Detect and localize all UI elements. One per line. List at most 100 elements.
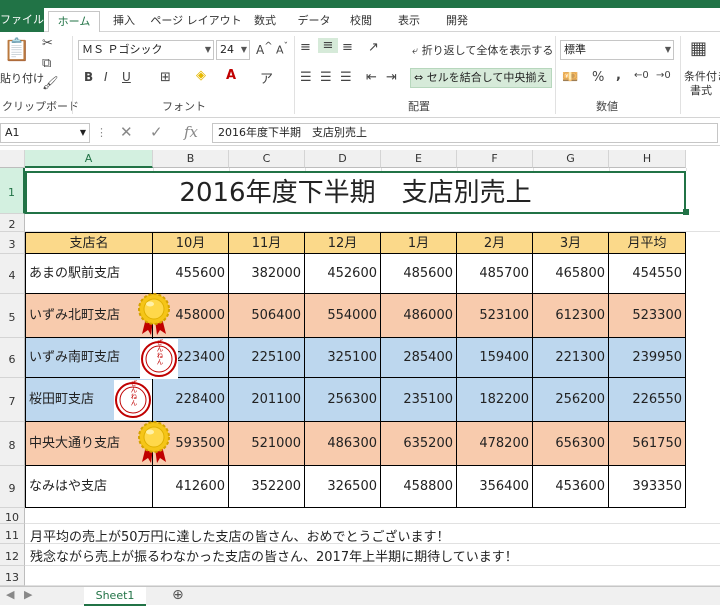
row-header-13[interactable]: 13 [0,566,25,586]
tab-formulas[interactable]: 数式 [248,11,282,32]
tab-data[interactable]: データ [294,11,334,32]
value-cell[interactable]: 612300 [533,294,609,338]
font-color-icon[interactable]: A [226,68,236,83]
column-header-c[interactable]: C [229,150,305,168]
value-cell[interactable]: 485600 [381,254,457,294]
value-cell[interactable]: 656300 [533,422,609,466]
value-cell[interactable]: 326500 [305,466,381,508]
name-box[interactable]: A1 ▼ [0,123,90,143]
row-header-7[interactable]: 7 [0,378,25,422]
value-cell[interactable]: 523100 [457,294,533,338]
header-cell[interactable]: 2月 [457,232,533,254]
value-cell[interactable]: 256200 [533,378,609,422]
value-cell[interactable]: 285400 [381,338,457,378]
copy-icon[interactable]: ⧉ [42,56,51,71]
bold-button[interactable]: B [84,70,93,84]
value-cell[interactable]: 635200 [381,422,457,466]
title-cell[interactable]: 2016年度下半期 支店別売上 [25,171,686,214]
value-cell[interactable]: 458800 [381,466,457,508]
cancel-icon[interactable]: ✕ [120,123,133,141]
header-cell[interactable]: 10月 [153,232,229,254]
tab-home[interactable]: ホーム [48,11,100,33]
value-cell[interactable]: 485700 [457,254,533,294]
font-name-dropdown[interactable]: ＭＳ Ｐゴシック ▼ [78,40,214,60]
underline-button[interactable]: U [122,70,131,84]
value-cell[interactable]: 465800 [533,254,609,294]
comma-button[interactable]: , [616,68,621,83]
value-cell[interactable]: 393350 [609,466,686,508]
header-cell[interactable]: 11月 [229,232,305,254]
value-cell[interactable]: 382000 [229,254,305,294]
increase-indent-icon[interactable]: ⇥ [386,70,397,85]
value-cell[interactable]: 239950 [609,338,686,378]
format-painter-icon[interactable]: 🖌 [42,76,59,91]
value-cell[interactable]: 182200 [457,378,533,422]
scroll-right-icon[interactable]: ▶ [24,588,32,601]
wrap-text-button[interactable]: ⤶ 折り返して全体を表示する [412,42,553,58]
add-sheet-icon[interactable]: ⊕ [172,587,184,603]
value-cell[interactable]: 325100 [305,338,381,378]
increase-font-icon[interactable]: A^ [256,41,273,57]
header-cell[interactable]: 月平均 [609,232,686,254]
sheet-tab-sheet1[interactable]: Sheet1 [84,587,146,606]
align-top-icon[interactable]: ≡ [300,40,311,55]
value-cell[interactable]: 412600 [153,466,229,508]
row-header-2[interactable]: 2 [0,214,25,232]
conditional-format-icon[interactable]: ▦ [690,38,707,59]
value-cell[interactable]: 159400 [457,338,533,378]
row-header-10[interactable]: 10 [0,508,25,524]
branch-cell[interactable]: いずみ北町支店 [25,294,153,338]
italic-button[interactable]: I [104,70,108,84]
column-header-g[interactable]: G [533,150,609,168]
row-header-11[interactable]: 11 [0,524,25,544]
align-bottom-icon[interactable]: ≡ [342,40,353,55]
tab-insert[interactable]: 挿入 [106,11,142,32]
header-cell[interactable]: 1月 [381,232,457,254]
paste-icon[interactable]: 📋 [2,38,32,68]
decrease-decimal-icon[interactable]: →0 [656,70,671,81]
format-as-table-label[interactable]: 書式 [690,82,712,98]
value-cell[interactable]: 454550 [609,254,686,294]
value-cell[interactable]: 486300 [305,422,381,466]
value-cell[interactable]: 506400 [229,294,305,338]
value-cell[interactable]: 486000 [381,294,457,338]
fill-color-icon[interactable]: ◈ [196,68,206,83]
paste-button[interactable]: 貼り付け [0,70,44,86]
align-left-icon[interactable]: ☰ [300,70,312,85]
tab-file[interactable]: ファイル [0,8,44,32]
decrease-indent-icon[interactable]: ⇤ [366,70,377,85]
value-cell[interactable]: 256300 [305,378,381,422]
value-cell[interactable]: 201100 [229,378,305,422]
orientation-icon[interactable]: ↗ [368,40,379,55]
decrease-font-icon[interactable]: Aˇ [276,41,288,57]
header-cell[interactable]: 3月 [533,232,609,254]
value-cell[interactable]: 521000 [229,422,305,466]
row-header-12[interactable]: 12 [0,544,25,566]
row-header-4[interactable]: 4 [0,254,25,294]
currency-icon[interactable]: 💴 [562,70,578,85]
enter-icon[interactable]: ✓ [150,123,163,141]
row-header-6[interactable]: 6 [0,338,25,378]
header-cell[interactable]: 12月 [305,232,381,254]
value-cell[interactable]: 221300 [533,338,609,378]
value-cell[interactable]: 225100 [229,338,305,378]
tab-view[interactable]: 表示 [392,11,426,32]
header-cell[interactable]: 支店名 [25,232,153,254]
value-cell[interactable]: 523300 [609,294,686,338]
borders-icon[interactable]: ⊞ [160,70,171,85]
percent-button[interactable]: % [592,70,604,85]
branch-cell[interactable]: なみはや支店 [25,466,153,508]
column-header-b[interactable]: B [153,150,229,168]
value-cell[interactable]: 452600 [305,254,381,294]
align-middle-icon[interactable]: ≡ [318,38,338,53]
cut-icon[interactable]: ✂ [42,36,53,51]
column-header-f[interactable]: F [457,150,533,168]
value-cell[interactable]: 352200 [229,466,305,508]
tab-page-layout[interactable]: ページ レイアウト [150,11,242,32]
value-cell[interactable]: 478200 [457,422,533,466]
value-cell[interactable]: 235100 [381,378,457,422]
column-header-e[interactable]: E [381,150,457,168]
branch-cell[interactable]: 中央大通り支店 [25,422,153,466]
branch-cell[interactable]: いずみ南町支店 [25,338,153,378]
value-cell[interactable]: 356400 [457,466,533,508]
